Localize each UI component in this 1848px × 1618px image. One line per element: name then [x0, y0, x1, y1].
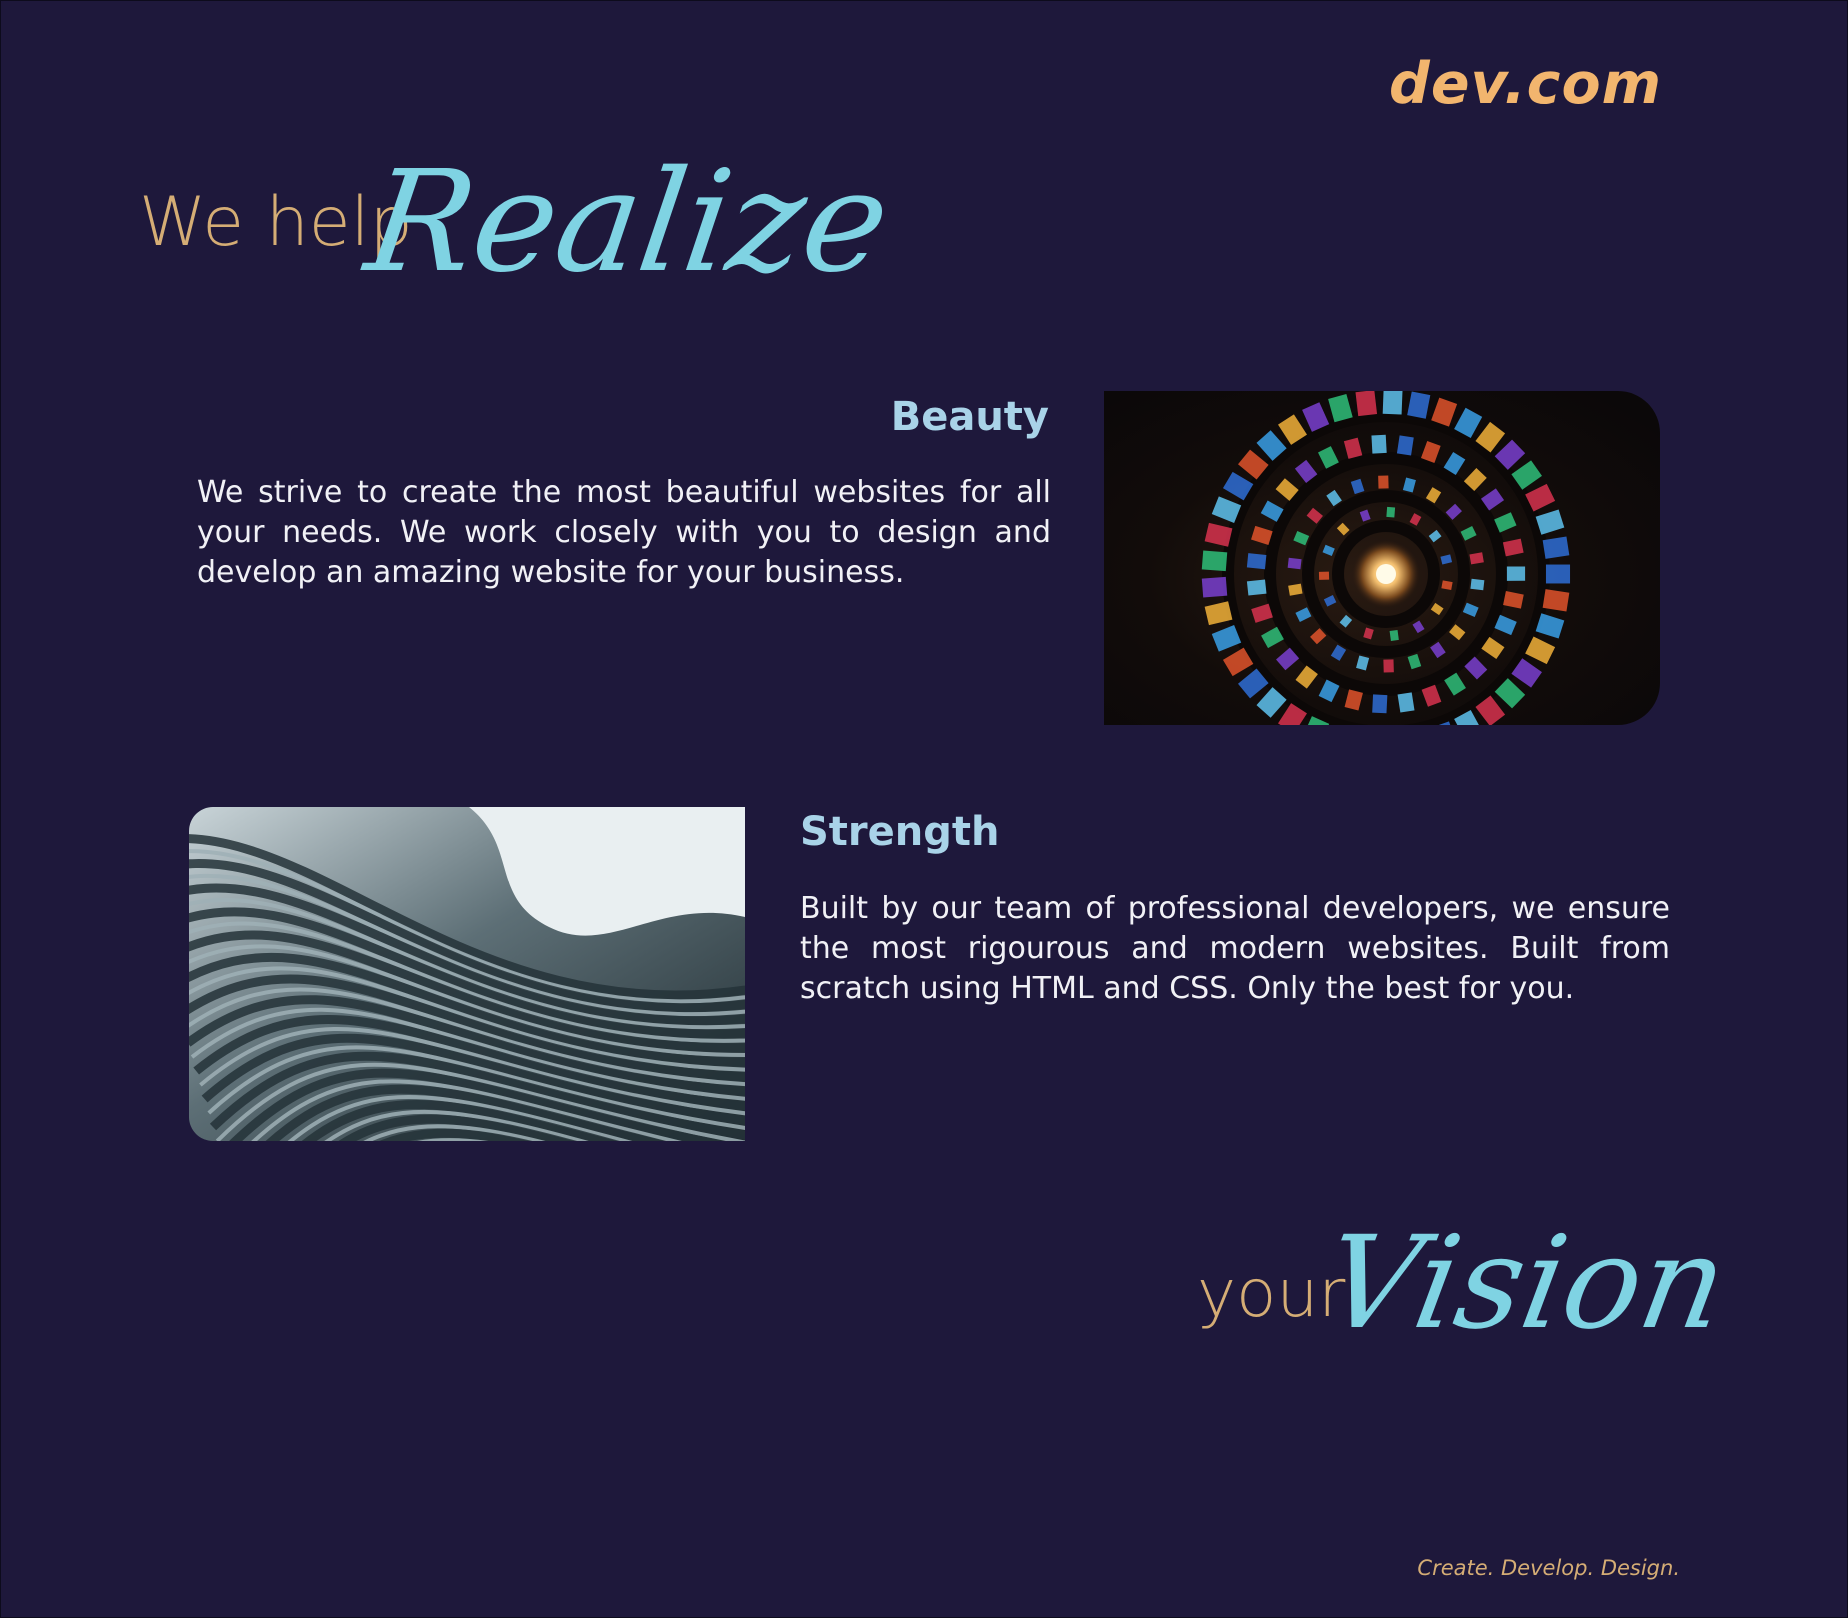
hero-script-text: Vision — [1313, 1209, 1738, 1358]
landing-page: dev.com We help Realize Beauty We strive… — [0, 0, 1848, 1618]
strength-description: Built by our team of professional develo… — [800, 891, 1670, 1006]
stained-glass-spiral-image — [1104, 391, 1660, 725]
footer-tagline: Create. Develop. Design. — [1417, 1556, 1680, 1580]
hero-heading-top: We help Realize — [139, 141, 899, 304]
hero-heading-bottom: your Vision — [1197, 1209, 1737, 1358]
strength-title: Strength — [800, 809, 1000, 855]
hero-script-text: Realize — [357, 141, 899, 304]
beauty-title: Beauty — [890, 394, 1049, 440]
beauty-description: We strive to create the most beautiful w… — [197, 475, 1051, 590]
curved-architecture-image — [189, 807, 745, 1141]
site-logo[interactable]: dev.com — [1389, 51, 1662, 117]
